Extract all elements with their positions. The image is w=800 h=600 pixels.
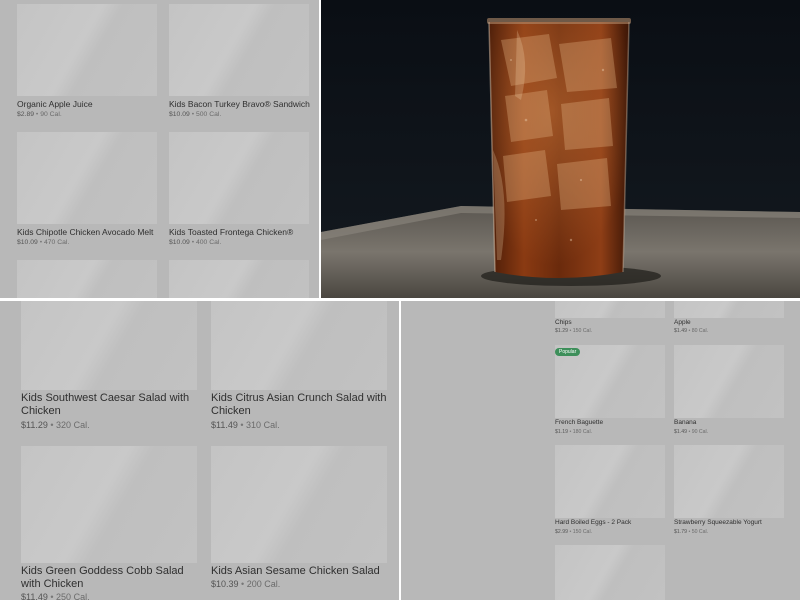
item-image-placeholder[interactable]: [169, 260, 309, 298]
item-name[interactable]: French Baguette: [555, 419, 603, 426]
item-calories: 400 Cal.: [195, 239, 222, 246]
item-calories: 150 Cal.: [572, 328, 593, 334]
separator: •: [191, 111, 195, 118]
item-price: $1.29: [555, 328, 568, 334]
item-price: $11.49: [21, 592, 48, 600]
item-calories: 80 Cal.: [691, 328, 709, 334]
item-price: $2.99: [555, 529, 568, 535]
item-meta: $1.49 • 90 Cal.: [674, 429, 708, 435]
separator: •: [191, 239, 195, 246]
item-image-placeholder[interactable]: [674, 445, 784, 518]
item-meta: $10.39 • 200 Cal.: [211, 579, 280, 589]
item-meta: $10.09 • 470 Cal.: [17, 239, 69, 246]
item-name[interactable]: Kids Chipotle Chicken Avocado Melt: [17, 227, 153, 237]
item-calories: 150 Cal.: [572, 529, 593, 535]
item-image-placeholder[interactable]: [17, 260, 157, 298]
separator: •: [50, 592, 54, 600]
item-price: $1.49: [674, 328, 687, 334]
item-meta: $11.29 • 320 Cal.: [21, 420, 90, 430]
item-meta: $1.29 • 150 Cal.: [555, 328, 592, 334]
separator: •: [35, 111, 39, 118]
item-meta: $1.79 • 50 Cal.: [674, 529, 708, 535]
item-name[interactable]: Kids Southwest Caesar Salad with Chicken: [21, 392, 197, 417]
separator: •: [688, 529, 691, 535]
item-calories: 50 Cal.: [691, 529, 709, 535]
kids-salads-panel: Kids Southwest Caesar Salad with Chicken…: [0, 301, 399, 600]
item-price: $1.49: [674, 429, 687, 435]
item-calories: 470 Cal.: [43, 239, 70, 246]
separator: •: [50, 420, 54, 430]
item-image-placeholder[interactable]: [17, 132, 157, 224]
kids-menu-panel-top: Organic Apple Juice $2.89 • 90 Cal. Kids…: [0, 0, 319, 298]
item-price: $11.29: [21, 420, 48, 430]
item-meta: $11.49 • 250 Cal.: [21, 592, 90, 600]
item-price: $10.09: [169, 111, 190, 118]
item-name[interactable]: Chips: [555, 319, 572, 326]
item-image-placeholder[interactable]: [17, 4, 157, 96]
item-price: $2.89: [17, 111, 35, 118]
item-meta: $2.99 • 150 Cal.: [555, 529, 592, 535]
separator: •: [569, 328, 572, 334]
item-image-placeholder[interactable]: [211, 301, 387, 390]
item-calories: 90 Cal.: [40, 111, 62, 118]
item-calories: 90 Cal.: [691, 429, 709, 435]
item-image-placeholder[interactable]: [169, 4, 309, 96]
item-name[interactable]: Kids Green Goddess Cobb Salad with Chick…: [21, 565, 197, 590]
item-name[interactable]: Strawberry Squeezable Yogurt: [674, 519, 762, 526]
item-meta: $2.89 • 90 Cal.: [17, 111, 62, 118]
item-name[interactable]: Banana: [674, 419, 696, 426]
item-image-placeholder[interactable]: [21, 446, 197, 563]
item-name[interactable]: Apple: [674, 319, 691, 326]
separator: •: [688, 429, 691, 435]
item-name[interactable]: Kids Citrus Asian Crunch Salad with Chic…: [211, 392, 387, 417]
separator: •: [241, 579, 245, 589]
item-calories: 310 Cal.: [246, 420, 280, 430]
item-name[interactable]: Kids Asian Sesame Chicken Salad: [211, 565, 387, 578]
item-calories: 180 Cal.: [572, 429, 593, 435]
separator: •: [688, 328, 691, 334]
item-calories: 250 Cal.: [56, 592, 90, 600]
item-price: $10.39: [211, 579, 239, 589]
item-image-placeholder[interactable]: [555, 445, 665, 518]
item-meta: $10.09 • 500 Cal.: [169, 111, 221, 118]
item-image-placeholder[interactable]: [21, 301, 197, 390]
item-calories: 320 Cal.: [56, 420, 90, 430]
item-price: $1.19: [555, 429, 568, 435]
separator: •: [569, 529, 572, 535]
item-meta: $10.09 • 400 Cal.: [169, 239, 221, 246]
separator: •: [240, 420, 244, 430]
item-meta: $1.49 • 80 Cal.: [674, 328, 708, 334]
item-image-placeholder[interactable]: [555, 545, 665, 600]
item-image-placeholder[interactable]: [674, 301, 784, 318]
item-name[interactable]: Kids Bacon Turkey Bravo® Sandwich: [169, 99, 310, 109]
item-image-placeholder[interactable]: [169, 132, 309, 224]
item-image-placeholder[interactable]: [555, 301, 665, 318]
item-name[interactable]: Organic Apple Juice: [17, 99, 93, 109]
drink-photo-panel: [321, 0, 800, 298]
item-price: $1.79: [674, 529, 687, 535]
item-meta: $11.49 • 310 Cal.: [211, 420, 280, 430]
item-calories: 200 Cal.: [246, 579, 281, 589]
item-price: $10.09: [17, 239, 38, 246]
item-name[interactable]: Kids Toasted Frontega Chicken®: [169, 227, 293, 237]
iced-drink-photo: [321, 0, 800, 298]
separator: •: [569, 429, 572, 435]
item-calories: 500 Cal.: [195, 111, 222, 118]
item-name[interactable]: Hard Boiled Eggs - 2 Pack: [555, 519, 631, 526]
separator: •: [39, 239, 43, 246]
popular-badge: Popular: [555, 348, 581, 356]
item-image-placeholder[interactable]: [674, 345, 784, 418]
item-image-placeholder[interactable]: [211, 446, 387, 563]
sides-panel: Chips $1.29 • 150 Cal. Apple $1.49 • 80 …: [401, 301, 800, 600]
item-price: $10.09: [169, 239, 190, 246]
item-meta: $1.19 • 180 Cal.: [555, 429, 592, 435]
item-price: $11.49: [211, 420, 238, 430]
